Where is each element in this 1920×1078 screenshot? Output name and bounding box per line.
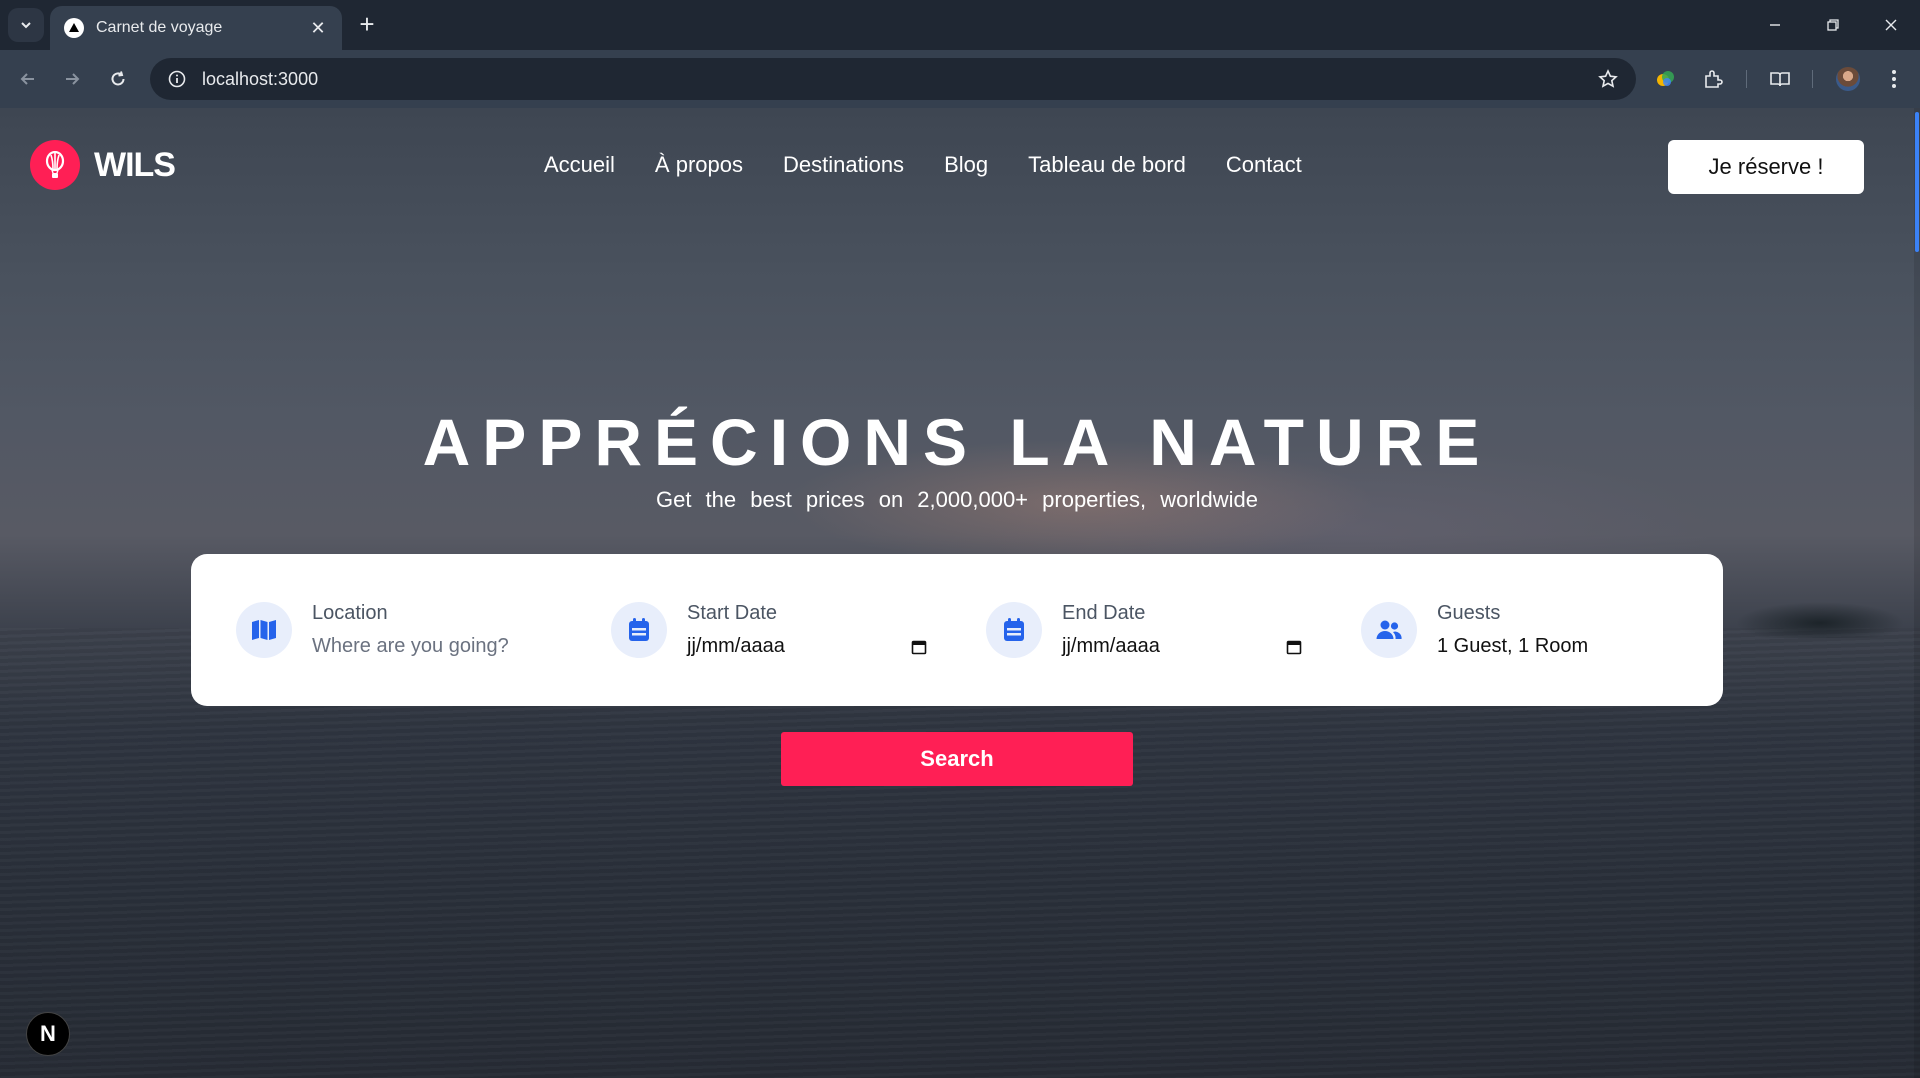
site-info-icon[interactable] [164, 66, 190, 92]
minimize-icon [1770, 24, 1780, 26]
calendar-picker-icon[interactable] [911, 639, 927, 655]
tab-search-button[interactable] [8, 8, 44, 42]
guests-field[interactable]: Guests 1 Guest, 1 Room [1361, 554, 1588, 706]
arrow-right-icon [66, 73, 80, 85]
map-icon [236, 602, 292, 658]
calendar-icon [986, 602, 1042, 658]
calendar-picker-icon[interactable] [1286, 639, 1302, 655]
guests-label: Guests [1437, 602, 1501, 624]
browser-tab-bar: Carnet de voyage ✕ + [0, 0, 1920, 50]
calendar-icon [611, 602, 667, 658]
close-icon [1885, 19, 1897, 31]
reading-mode-icon[interactable] [1764, 63, 1796, 95]
avatar [1836, 67, 1860, 91]
browser-tab[interactable]: Carnet de voyage ✕ [50, 6, 342, 50]
treeline-background [1700, 578, 1920, 638]
nav-a-propos[interactable]: À propos [655, 152, 743, 178]
bookmark-star-icon[interactable] [1594, 65, 1622, 93]
forward-button[interactable] [56, 63, 88, 95]
restore-button[interactable] [1804, 0, 1862, 50]
tab-close-icon[interactable]: ✕ [308, 18, 328, 39]
logo-text: WILS [94, 145, 176, 184]
nav-destinations[interactable]: Destinations [783, 152, 904, 178]
page-scrollbar[interactable] [1914, 108, 1920, 1078]
restore-icon [1827, 19, 1839, 31]
site-header: WILS Accueil À propos Destinations Blog … [0, 108, 1914, 208]
nav-blog[interactable]: Blog [944, 152, 988, 178]
tab-title: Carnet de voyage [96, 19, 223, 36]
nav-accueil[interactable]: Accueil [544, 152, 615, 178]
new-tab-button[interactable]: + [352, 10, 382, 40]
start-date-label: Start Date [687, 602, 778, 624]
main-nav: Accueil À propos Destinations Blog Table… [544, 152, 1302, 178]
chevron-down-icon [21, 22, 31, 29]
arrow-left-icon [20, 73, 34, 85]
end-date-field: End Date jj/mm/aaaa [986, 554, 1302, 706]
reload-icon [111, 71, 125, 86]
location-input[interactable] [312, 635, 572, 658]
toolbar-separator [1746, 70, 1747, 88]
end-date-label: End Date [1062, 602, 1146, 624]
guests-value: 1 Guest, 1 Room [1437, 635, 1589, 657]
more-vertical-icon [1892, 70, 1896, 88]
address-bar[interactable]: localhost:3000 [150, 58, 1636, 100]
back-button[interactable] [12, 63, 44, 95]
location-field: Location [236, 554, 572, 706]
hero-title: APPRÉCIONS LA NATURE [422, 405, 1492, 479]
site-logo[interactable]: WILS [30, 140, 176, 190]
browser-toolbar: localhost:3000 [0, 50, 1920, 108]
reserve-button[interactable]: Je réserve ! [1668, 140, 1864, 194]
start-date-input[interactable]: jj/mm/aaaa [687, 635, 927, 658]
nextjs-dev-badge[interactable]: N [26, 1012, 70, 1056]
scrollbar-thumb[interactable] [1915, 112, 1919, 252]
end-date-value: jj/mm/aaaa [1062, 635, 1160, 657]
nav-tableau-de-bord[interactable]: Tableau de bord [1028, 152, 1186, 178]
location-label: Location [312, 602, 388, 624]
start-date-field: Start Date jj/mm/aaaa [611, 554, 927, 706]
search-button[interactable]: Search [781, 732, 1133, 786]
window-controls [1746, 0, 1920, 50]
hero-subtitle: Get the best prices on 2,000,000+ proper… [655, 487, 1259, 512]
extensions-puzzle-icon[interactable] [1697, 63, 1729, 95]
close-window-button[interactable] [1862, 0, 1920, 50]
end-date-input[interactable]: jj/mm/aaaa [1062, 635, 1302, 658]
browser-menu-button[interactable] [1878, 63, 1910, 95]
start-date-value: jj/mm/aaaa [687, 635, 785, 657]
profile-avatar[interactable] [1832, 63, 1864, 95]
page-viewport: WILS Accueil À propos Destinations Blog … [0, 108, 1920, 1078]
search-card: Location Start Date jj/mm/aaaa End Date [191, 554, 1723, 706]
toolbar-separator [1812, 70, 1813, 88]
reload-button[interactable] [102, 63, 134, 95]
balloon-logo-icon [30, 140, 80, 190]
nextjs-favicon-icon [64, 18, 84, 38]
extension-colorful-icon[interactable] [1650, 63, 1682, 95]
url-text: localhost:3000 [202, 68, 319, 89]
users-icon [1361, 602, 1417, 658]
nav-contact[interactable]: Contact [1226, 152, 1302, 178]
minimize-button[interactable] [1746, 0, 1804, 50]
